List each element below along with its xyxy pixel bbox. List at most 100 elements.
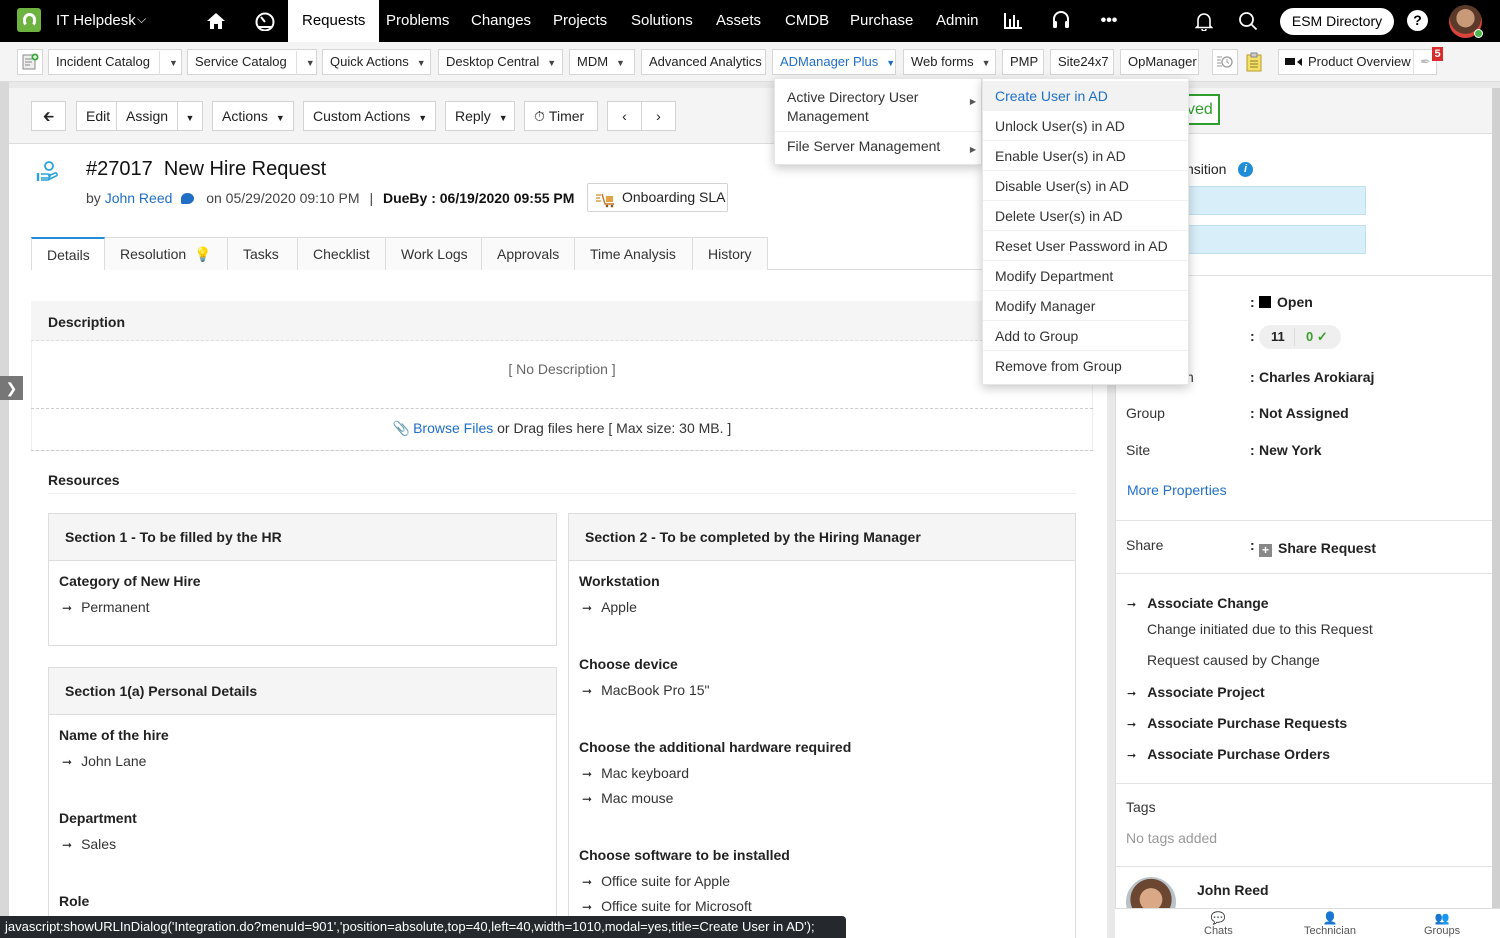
nav-tab-cmdb[interactable]: CMDB	[771, 0, 843, 42]
chevron-down-icon[interactable]: ⌵	[137, 12, 146, 27]
admanager-plus-dropdown[interactable]: ADManager Plus ▼	[772, 49, 896, 75]
more-properties-link[interactable]: More Properties	[1127, 482, 1227, 498]
product-overview-button[interactable]: Product Overview ✒	[1278, 49, 1437, 75]
menu-item-modify-department[interactable]: Modify Department	[983, 261, 1188, 291]
user-avatar[interactable]	[1449, 5, 1483, 38]
menu-item-unlock-users[interactable]: Unlock User(s) in AD	[983, 111, 1188, 141]
dock-chats[interactable]: 💬 Chats	[1204, 911, 1233, 937]
transition-option[interactable]	[1180, 225, 1366, 254]
menu-item-modify-manager[interactable]: Modify Manager	[983, 291, 1188, 321]
technician-value[interactable]: Charles Arokiaraj	[1259, 369, 1374, 385]
expand-sidebar-button[interactable]: ❯	[0, 376, 23, 400]
nav-tab-assets[interactable]: Assets	[702, 0, 775, 42]
associate-change-link[interactable]: ➞ Associate Change	[1127, 595, 1269, 611]
menu-item-create-user[interactable]: Create User in AD	[983, 81, 1188, 111]
nav-tab-changes[interactable]: Changes	[457, 0, 545, 42]
back-button[interactable]: 🡰	[31, 101, 66, 131]
timer-button[interactable]: ⏱ Timer	[524, 101, 598, 131]
info-icon[interactable]: i	[1238, 162, 1253, 177]
actions-dropdown[interactable]: Actions ▼	[212, 101, 294, 131]
nav-tab-problems[interactable]: Problems	[372, 0, 463, 42]
esm-directory-button[interactable]: ESM Directory	[1280, 8, 1394, 35]
tab-work-logs[interactable]: Work Logs	[386, 237, 482, 270]
headset-logo-icon[interactable]	[17, 8, 41, 32]
assign-dropdown-button[interactable]: ▼	[177, 101, 203, 131]
service-catalog-dropdown[interactable]: Service Catalog ▼	[187, 49, 317, 75]
arrow-right-icon: ➞	[582, 684, 593, 698]
menu-item-add-to-group[interactable]: Add to Group	[983, 321, 1188, 351]
menu-item-disable-users[interactable]: Disable User(s) in AD	[983, 171, 1188, 201]
nav-tab-projects[interactable]: Projects	[539, 0, 621, 42]
web-forms-dropdown[interactable]: Web forms ▼	[903, 49, 996, 75]
submenu-arrow-icon: ▶	[969, 145, 976, 154]
menu-item-remove-from-group[interactable]: Remove from Group	[983, 351, 1188, 381]
pmp-button[interactable]: PMP	[1002, 49, 1044, 75]
associate-project-link[interactable]: ➞ Associate Project	[1127, 684, 1265, 700]
reply-dropdown[interactable]: Reply ▼	[445, 101, 515, 131]
menu-item-file-server-management[interactable]: File Server Management ▶	[775, 137, 983, 157]
mdm-dropdown[interactable]: MDM ▼	[569, 49, 635, 75]
change-initiated-link[interactable]: Change initiated due to this Request	[1147, 621, 1373, 637]
new-request-icon[interactable]	[17, 49, 43, 75]
notes-clipboard-icon[interactable]	[1241, 49, 1267, 75]
tab-time-analysis[interactable]: Time Analysis	[575, 237, 693, 270]
site24x7-button[interactable]: Site24x7	[1050, 49, 1114, 75]
tab-checklist[interactable]: Checklist	[298, 237, 386, 270]
previous-request-button[interactable]: ‹	[607, 101, 642, 131]
task-count-pill[interactable]: 11 0 ✓	[1259, 325, 1341, 349]
sla-button[interactable]: Onboarding SLA	[587, 183, 728, 212]
advanced-analytics-button[interactable]: Advanced Analytics	[641, 49, 766, 75]
help-icon[interactable]: ?	[1407, 10, 1428, 31]
dock-groups[interactable]: 👥 Groups	[1424, 911, 1460, 937]
associate-purchase-orders-link[interactable]: ➞ Associate Purchase Orders	[1127, 746, 1330, 762]
nav-tab-solutions[interactable]: Solutions	[617, 0, 707, 42]
nav-tab-requests[interactable]: Requests	[288, 0, 380, 42]
requester-name[interactable]: John Reed	[1197, 882, 1269, 898]
tab-resolution[interactable]: Resolution 💡	[105, 237, 228, 270]
search-icon[interactable]	[1236, 9, 1260, 33]
history-clock-icon[interactable]	[1212, 49, 1238, 75]
tab-details[interactable]: Details	[31, 237, 105, 270]
share-request-button[interactable]: + Share Request	[1259, 540, 1376, 557]
caret-down-icon: ▼	[418, 113, 428, 123]
nav-tab-purchase[interactable]: Purchase	[836, 0, 927, 42]
status-value[interactable]: Open	[1259, 294, 1313, 310]
tab-tasks[interactable]: Tasks	[228, 237, 298, 270]
support-headset-icon[interactable]	[1049, 9, 1073, 33]
menu-item-delete-users[interactable]: Delete User(s) in AD	[983, 201, 1188, 231]
notification-bell-icon[interactable]	[1192, 9, 1216, 33]
chat-bubble-icon[interactable]	[181, 193, 195, 204]
site-value[interactable]: New York	[1259, 442, 1322, 458]
admanager-plus-menu: Active Directory User Management ▶ File …	[774, 78, 982, 165]
browse-files-link[interactable]: Browse Files	[413, 420, 493, 436]
home-icon[interactable]	[204, 9, 228, 33]
section-title: Section 2 - To be completed by the Hirin…	[569, 514, 1075, 561]
edit-button[interactable]: Edit	[76, 101, 117, 131]
nav-tab-admin[interactable]: Admin	[922, 0, 993, 42]
custom-actions-dropdown[interactable]: Custom Actions ▼	[303, 101, 436, 131]
menu-item-reset-password[interactable]: Reset User Password in AD	[983, 231, 1188, 261]
dock-technician[interactable]: 👤 Technician	[1304, 911, 1356, 937]
tab-history[interactable]: History	[693, 237, 768, 270]
scrollbar[interactable]	[1492, 88, 1500, 938]
more-options-icon[interactable]: •••	[1097, 9, 1121, 33]
attachment-dropzone[interactable]: 📎 Browse Files or Drag files here [ Max s…	[31, 420, 1093, 437]
assign-button[interactable]: Assign	[116, 101, 178, 131]
menu-item-ad-user-management[interactable]: Active Directory User Management ▶	[775, 88, 983, 128]
next-request-button[interactable]: ›	[641, 101, 676, 131]
menu-item-enable-users[interactable]: Enable User(s) in AD	[983, 141, 1188, 171]
description-label: Description	[48, 314, 126, 330]
opmanager-button[interactable]: OpManager	[1120, 49, 1199, 75]
dashboard-gauge-icon[interactable]	[253, 9, 277, 33]
reports-bar-chart-icon[interactable]	[1001, 9, 1025, 33]
quick-actions-dropdown[interactable]: Quick Actions ▼	[322, 49, 431, 75]
associate-purchase-requests-link[interactable]: ➞ Associate Purchase Requests	[1127, 715, 1347, 731]
group-value[interactable]: Not Assigned	[1259, 405, 1349, 421]
incident-catalog-dropdown[interactable]: Incident Catalog ▼	[48, 49, 182, 75]
request-caused-by-change-link[interactable]: Request caused by Change	[1147, 652, 1320, 668]
transition-option[interactable]	[1180, 186, 1366, 215]
requester-link[interactable]: John Reed	[105, 190, 173, 206]
app-title[interactable]: IT Helpdesk	[56, 12, 136, 29]
desktop-central-dropdown[interactable]: Desktop Central ▼	[438, 49, 563, 75]
tab-approvals[interactable]: Approvals	[482, 237, 575, 270]
